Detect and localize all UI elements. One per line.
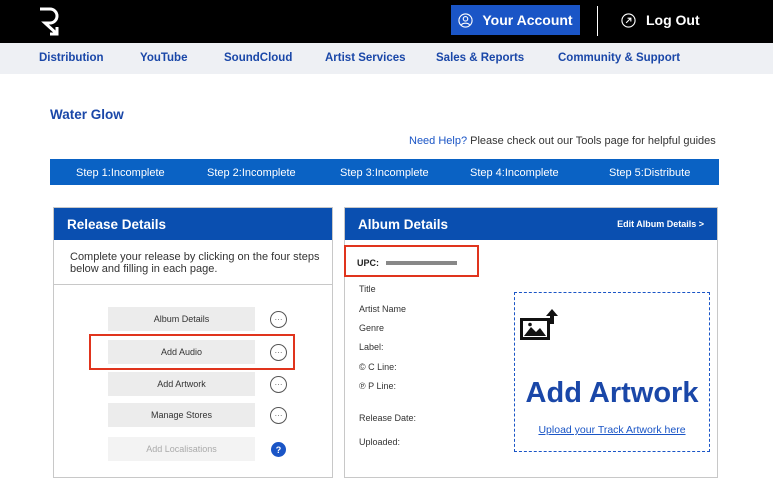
release-details-header: Release Details xyxy=(54,208,332,240)
ellipsis-circle-icon: ··· xyxy=(270,311,287,328)
album-details-header: Album Details Edit Album Details > xyxy=(345,208,717,240)
album-details-button[interactable]: Album Details xyxy=(108,307,255,331)
help-description: Please check out our Tools page for help… xyxy=(467,135,716,147)
add-artwork-heading: Add Artwork xyxy=(525,377,699,409)
steps-bar: Step 1:Incomplete Step 2:Incomplete Step… xyxy=(50,159,719,185)
step-2[interactable]: Step 2:Incomplete xyxy=(207,167,296,179)
edit-album-details-link[interactable]: Edit Album Details > xyxy=(617,219,704,229)
step-5[interactable]: Step 5:Distribute xyxy=(609,167,690,179)
nav-soundcloud[interactable]: SoundCloud xyxy=(224,52,292,64)
page-title: Water Glow xyxy=(50,107,124,122)
ellipsis-circle-icon: ··· xyxy=(270,376,287,393)
logout-icon xyxy=(621,12,636,28)
nav-community-support[interactable]: Community & Support xyxy=(558,52,680,64)
question-circle-icon[interactable]: ? xyxy=(271,442,286,457)
field-release-date: Release Date: xyxy=(359,413,417,423)
field-genre: Genre xyxy=(359,323,385,333)
user-icon xyxy=(458,12,473,28)
nav-youtube[interactable]: YouTube xyxy=(140,52,187,64)
brand-logo[interactable] xyxy=(36,6,64,38)
field-artist-name: Artist Name xyxy=(359,304,407,314)
panel-divider xyxy=(54,284,332,285)
header-divider xyxy=(597,6,598,36)
release-details-title: Release Details xyxy=(67,217,167,232)
main-nav: Distribution YouTube SoundCloud Artist S… xyxy=(0,43,773,74)
manage-stores-button[interactable]: Manage Stores xyxy=(108,403,255,427)
album-details-title: Album Details xyxy=(358,217,449,232)
ellipsis-circle-icon: ··· xyxy=(270,407,287,424)
field-p-line: ℗ P Line: xyxy=(359,381,396,391)
your-account-button[interactable]: Your Account xyxy=(451,5,580,35)
log-out-button[interactable]: Log Out xyxy=(621,5,700,35)
step-3[interactable]: Step 3:Incomplete xyxy=(340,167,429,179)
nav-artist-services[interactable]: Artist Services xyxy=(325,52,406,64)
need-help-link[interactable]: Need Help? xyxy=(409,135,467,147)
field-uploaded: Uploaded: xyxy=(359,437,401,447)
nav-distribution[interactable]: Distribution xyxy=(39,52,104,64)
field-title: Title xyxy=(359,284,376,294)
field-label: Label: xyxy=(359,342,384,352)
top-bar: Your Account Log Out xyxy=(0,0,773,43)
nav-sales-reports[interactable]: Sales & Reports xyxy=(436,52,524,64)
upc-highlight xyxy=(344,245,479,277)
add-artwork-button[interactable]: Add Artwork xyxy=(108,372,255,396)
field-c-line: © C Line: xyxy=(359,362,397,372)
release-intro-text: Complete your release by clicking on the… xyxy=(70,251,320,275)
step-1[interactable]: Step 1:Incomplete xyxy=(76,167,165,179)
upload-artwork-link[interactable]: Upload your Track Artwork here xyxy=(515,424,709,436)
log-out-label: Log Out xyxy=(646,12,700,28)
add-audio-highlight xyxy=(89,334,295,370)
add-localisations-button: Add Localisations xyxy=(108,437,255,461)
artwork-upload-area[interactable]: Add Artwork Upload your Track Artwork he… xyxy=(514,292,710,452)
step-4[interactable]: Step 4:Incomplete xyxy=(470,167,559,179)
your-account-label: Your Account xyxy=(482,12,573,28)
image-upload-icon xyxy=(520,309,558,340)
help-text: Need Help? Please check out our Tools pa… xyxy=(409,135,716,147)
